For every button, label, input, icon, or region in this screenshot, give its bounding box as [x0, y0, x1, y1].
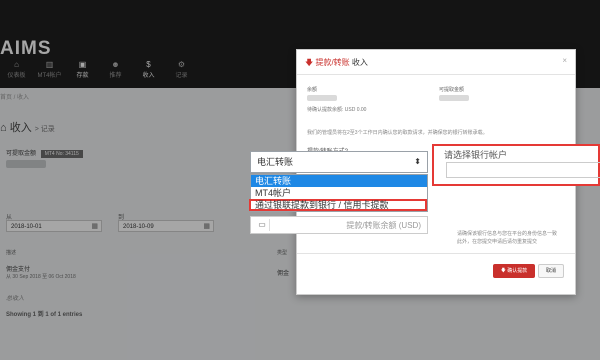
option-mt4-account[interactable]: MT4帐户 — [251, 187, 427, 199]
modal-title-main: 提款/转账 — [315, 58, 350, 67]
modal-title: 🡇 提款/转账 收入 — [305, 57, 368, 71]
modal-title-sub: 收入 — [351, 58, 368, 67]
balance-label: 余额 — [307, 87, 318, 93]
arrow-down-icon: 🡇 — [305, 58, 316, 67]
submit-note: 此外，在您提交申请后请勿重复提交 — [457, 239, 538, 245]
pending-balance-text: 待确认提款余额: USD 0.00 — [307, 107, 367, 113]
modal-header: 🡇 提款/转账 收入 × — [297, 50, 575, 75]
bank-account-label: 请选择银行帐户 — [444, 150, 508, 160]
withdrawable-label: 可提取金额 — [439, 87, 465, 93]
redacted-withdrawable — [439, 95, 469, 101]
amount-placeholder: 提款/转账余额 (USD) — [346, 221, 421, 230]
confirm-withdraw-button[interactable]: 🡇 确认提款 — [493, 264, 535, 278]
redacted-balance — [307, 95, 337, 101]
bank-note: 请确保该银行信息与您在平台的身份信息一致 — [457, 231, 558, 237]
select-value: 电汇转账 — [257, 157, 294, 167]
close-icon[interactable]: × — [562, 56, 567, 65]
withdraw-method-dropdown: 电汇转账 MT4帐户 通过银联提款到银行 / 信用卡提款 — [249, 174, 428, 212]
cash-icon: ▭ — [255, 219, 270, 231]
option-wire-transfer[interactable]: 电汇转账 — [251, 175, 427, 187]
bank-account-select[interactable]: ▾ — [446, 162, 600, 178]
withdraw-method-select[interactable]: 电汇转账 ⬍ — [250, 151, 428, 173]
select-arrow-icon[interactable]: ⬍ — [414, 152, 421, 172]
amount-input[interactable]: ▭ 提款/转账余额 (USD) — [250, 216, 428, 234]
bank-account-field-highlight: 请选择银行帐户 ▾ — [432, 144, 600, 186]
processing-note: 我们的管理员将在2至3个工作日内确认您的取款请求，并确保您的银行转账承载。 — [307, 130, 488, 136]
option-unionpay[interactable]: 通过银联提款到银行 / 信用卡提款 — [249, 199, 427, 211]
modal-divider — [297, 253, 575, 254]
cancel-button[interactable]: 取消 — [538, 264, 564, 278]
